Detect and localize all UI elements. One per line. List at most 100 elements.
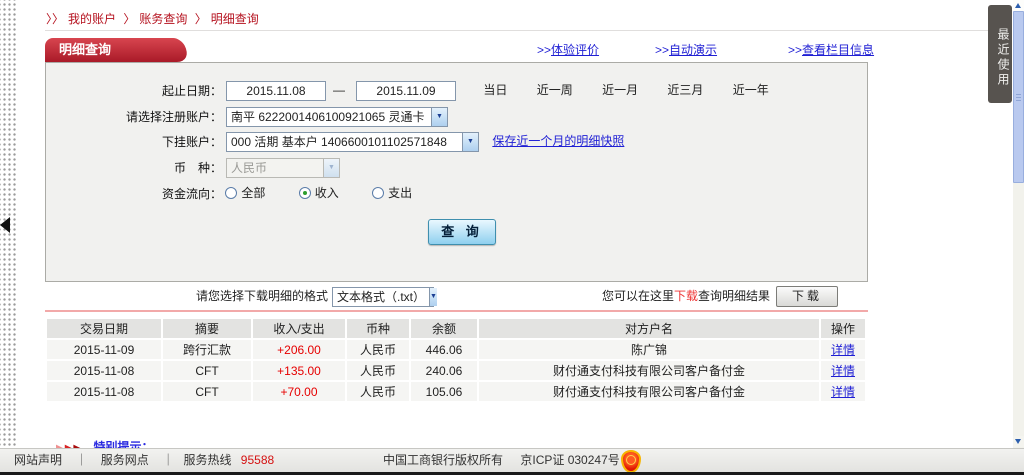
cell-summary: CFT [163, 361, 251, 380]
download-format-select[interactable]: 文本格式（.txt）▼ [332, 287, 434, 307]
date-range-row: 起止日期：2015.11.08—2015.11.09 当日 近一周 近一月 近三… [46, 79, 795, 101]
download-format-value: 文本格式（.txt） [333, 288, 429, 306]
sub-account-row: 下挂账户：000 活期 基本户 1406600101102571848▼ 保存近… [46, 130, 624, 152]
scrollbar-thumb[interactable] [1013, 11, 1024, 183]
quick-range-month[interactable]: 近一月 [602, 83, 638, 97]
radio-income-label[interactable]: 收入 [315, 186, 339, 200]
radio-expense-label[interactable]: 支出 [388, 186, 412, 200]
download-hint-prefix: 您可以在这里 [602, 289, 674, 303]
transaction-table: 交易日期 摘要 收入/支出 币种 余额 对方户名 操作 2015-11-09 跨… [45, 317, 867, 403]
recently-used-side-tab[interactable]: 最近使用 [988, 5, 1012, 103]
page-title-tab: 明细查询 [45, 38, 163, 62]
currency-label: 币 种： [46, 157, 222, 179]
page-title: 明细查询 [59, 42, 111, 57]
footer-link-branches[interactable]: 服务网点 [101, 453, 149, 467]
table-row: 2015-11-08 CFT +70.00 人民币 105.06 财付通支付科技… [47, 382, 865, 401]
cell-currency: 人民币 [347, 361, 409, 380]
register-account-select[interactable]: 南平 6222001406100921065 灵通卡▼ [226, 107, 448, 127]
date-range-dash: — [326, 79, 352, 101]
cell-currency: 人民币 [347, 340, 409, 359]
query-button[interactable]: 查 询 [428, 219, 496, 245]
sub-account-label: 下挂账户： [46, 131, 222, 153]
view-column-info-link[interactable]: >>查看栏目信息 [788, 41, 874, 58]
register-account-value: 南平 6222001406100921065 灵通卡 [227, 108, 431, 126]
link-label: 自动演示 [669, 43, 717, 57]
breadcrumb-divider [45, 30, 990, 31]
footer-hotline-label: 服务热线 [183, 453, 231, 467]
sub-account-select[interactable]: 000 活期 基本户 1406600101102571848▼ [226, 132, 479, 152]
cell-summary: 跨行汇款 [163, 340, 251, 359]
fund-flow-label: 资金流向： [46, 183, 222, 205]
save-snapshot-link[interactable]: 保存近一个月的明细快照 [492, 134, 624, 148]
table-row: 2015-11-08 CFT +135.00 人民币 240.06 财付通支付科… [47, 361, 865, 380]
chevron-down-icon: ▼ [323, 159, 339, 177]
breadcrumb-item-detail-query[interactable]: 明细查询 [211, 12, 259, 26]
download-hint-group: 您可以在这里下载查询明细结果下载 [602, 286, 838, 307]
link-label: 体验评价 [551, 43, 599, 57]
date-from-input[interactable]: 2015.11.08 [226, 81, 326, 101]
table-header-row: 交易日期 摘要 收入/支出 币种 余额 对方户名 操作 [47, 319, 865, 338]
scroll-up-arrow-icon[interactable] [1013, 0, 1024, 11]
currency-value: 人民币 [227, 159, 323, 177]
header-action: 操作 [821, 319, 865, 338]
header-balance: 余额 [411, 319, 477, 338]
cell-date: 2015-11-09 [47, 340, 161, 359]
chevron-down-icon: ▼ [431, 108, 447, 126]
download-hint-keyword: 下载 [674, 289, 698, 303]
fund-flow-row: 资金流向： 全部 收入 支出 [46, 182, 442, 204]
cell-balance: 446.06 [411, 340, 477, 359]
breadcrumb-lead: 〉〉 [46, 12, 64, 26]
link-label: 查看栏目信息 [802, 43, 874, 57]
header-counterparty: 对方户名 [479, 319, 819, 338]
quick-range-group: 当日 近一周 近一月 近三月 近一年 [483, 83, 794, 97]
cell-amount: +135.00 [253, 361, 345, 380]
breadcrumb-separator: 〉 [123, 12, 135, 26]
cell-amount: +206.00 [253, 340, 345, 359]
footer-copyright-group: 中国工商银行版权所有 京ICP证 030247号 [383, 449, 620, 472]
radio-expense[interactable] [372, 187, 384, 199]
scroll-down-arrow-icon[interactable] [1013, 436, 1024, 447]
footer-separator: ｜ [75, 453, 87, 467]
breadcrumb-item-account-query[interactable]: 账务查询 [139, 12, 187, 26]
detail-link[interactable]: 详情 [831, 364, 855, 378]
cell-currency: 人民币 [347, 382, 409, 401]
link-arrows: >> [537, 43, 551, 57]
icbc-detail-query-page: { "breadcrumb": { "lead": "〉〉", "sep": "… [0, 0, 1024, 475]
radio-all[interactable] [225, 187, 237, 199]
header-currency: 币种 [347, 319, 409, 338]
register-account-label: 请选择注册账户： [46, 106, 222, 128]
footer-links: 网站声明 ｜ 服务网点 ｜ 服务热线 95588 [10, 449, 274, 472]
vertical-scrollbar[interactable] [1013, 0, 1024, 448]
header-summary: 摘要 [163, 319, 251, 338]
quick-range-quarter[interactable]: 近三月 [667, 83, 703, 97]
header-date: 交易日期 [47, 319, 161, 338]
chevron-down-icon: ▼ [462, 133, 478, 151]
quick-range-today[interactable]: 当日 [483, 83, 507, 97]
download-hint-suffix: 查询明细结果 [698, 289, 770, 303]
link-arrows: >> [788, 43, 802, 57]
footer-copyright: 中国工商银行版权所有 [383, 453, 503, 467]
date-range-label: 起止日期： [46, 80, 222, 102]
date-to-input[interactable]: 2015.11.09 [356, 81, 456, 101]
chevron-down-icon: ▼ [429, 288, 437, 306]
quick-range-year[interactable]: 近一年 [733, 83, 769, 97]
auto-demo-link[interactable]: >>自动演示 [655, 41, 717, 58]
cell-amount: +70.00 [253, 382, 345, 401]
currency-select-disabled: 人民币▼ [226, 158, 340, 178]
experience-rating-link[interactable]: >>体验评价 [537, 41, 599, 58]
breadcrumb-item-my-account[interactable]: 我的账户 [68, 12, 116, 26]
radio-all-label[interactable]: 全部 [241, 186, 265, 200]
footer-link-statement[interactable]: 网站声明 [14, 453, 62, 467]
register-account-row: 请选择注册账户：南平 6222001406100921065 灵通卡▼ [46, 105, 448, 127]
detail-link[interactable]: 详情 [831, 343, 855, 357]
download-format-label: 请您选择下载明细的格式 [196, 289, 328, 303]
police-badge-icon [621, 450, 641, 473]
cell-counterparty: 财付通支付科技有限公司客户备付金 [479, 361, 819, 380]
sidebar-collapse-arrow[interactable] [0, 217, 10, 233]
download-button[interactable]: 下载 [776, 286, 838, 307]
table-top-divider [45, 310, 868, 312]
detail-link[interactable]: 详情 [831, 385, 855, 399]
footer-hotline-number: 95588 [241, 453, 274, 467]
radio-income[interactable] [299, 187, 311, 199]
quick-range-week[interactable]: 近一周 [537, 83, 573, 97]
